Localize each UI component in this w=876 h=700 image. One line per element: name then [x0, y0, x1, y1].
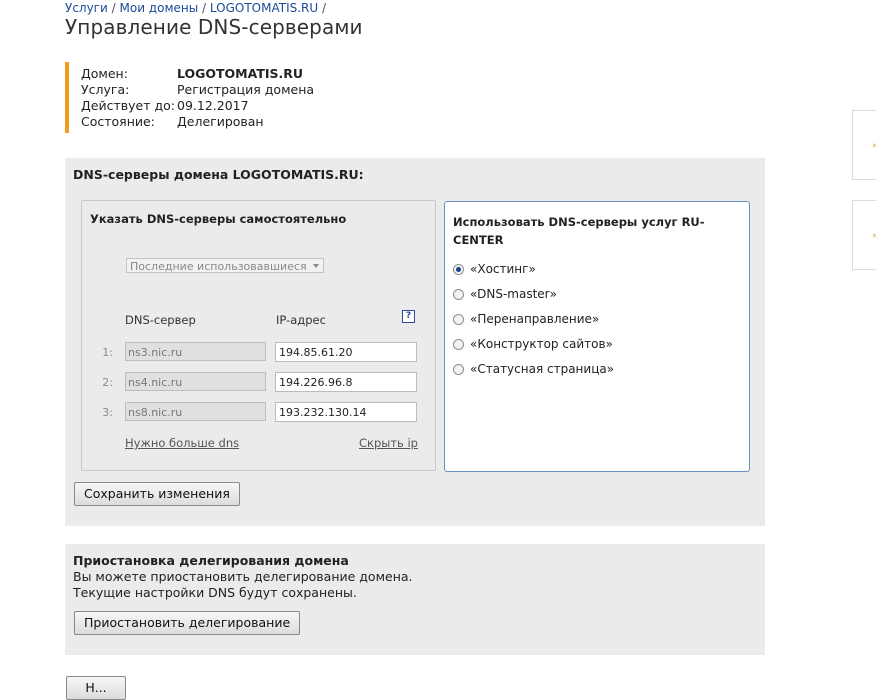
chevron-right-icon: »	[872, 231, 876, 241]
info-row-valid-until: Действует до: 09.12.2017	[81, 98, 314, 114]
info-row-domain: Домен: LOGOTOMATIS.RU	[81, 66, 314, 82]
dns-servers-panel: DNS-серверы домена LOGOTOMATIS.RU: Указа…	[65, 158, 765, 526]
ip-input-3[interactable]: 193.232.130.14	[275, 402, 417, 422]
hide-ip-link[interactable]: Скрыть ip	[359, 436, 418, 450]
custom-dns-title: Указать DNS-серверы самостоятельно	[90, 212, 347, 226]
service-dns-title: Использовать DNS-серверы услуг RU-CENTER	[453, 215, 705, 247]
info-value-valid-until: 09.12.2017	[177, 98, 249, 113]
more-dns-link[interactable]: Нужно больше dns	[125, 436, 239, 450]
info-label: Домен:	[81, 66, 128, 81]
dns-server-input-1[interactable]: ns3.nic.ru	[125, 342, 266, 361]
breadcrumb-separator: /	[202, 1, 207, 15]
info-row-service: Услуга: Регистрация домена	[81, 82, 314, 98]
breadcrumb-link-my-domains[interactable]: Мои домены	[120, 1, 199, 15]
info-label: Состояние:	[81, 114, 155, 129]
page-title: Управление DNS-серверами	[65, 15, 363, 39]
preset-select[interactable]: Последние использовавшиеся	[126, 258, 324, 273]
suspend-delegation-panel: Приостановка делегирования домена Вы мож…	[65, 544, 765, 655]
radio-label: «Статусная страница»	[470, 362, 615, 376]
info-label: Действует до:	[81, 98, 175, 113]
radio-button[interactable]	[453, 363, 464, 375]
side-widget[interactable]: »	[852, 110, 876, 180]
breadcrumb-link-services[interactable]: Услуги	[65, 1, 108, 15]
dns-server-input-2[interactable]: ns4.nic.ru	[125, 372, 266, 391]
info-value-status: Делегирован	[177, 114, 264, 129]
radio-label: «DNS-master»	[470, 287, 557, 301]
row-number: 3:	[102, 406, 113, 419]
preset-select-value: Последние использовавшиеся	[130, 260, 307, 273]
dns-panel-title: DNS-серверы домена LOGOTOMATIS.RU:	[73, 167, 364, 182]
domain-info: Домен: LOGOTOMATIS.RU Услуга: Регистраци…	[65, 62, 314, 133]
suspend-title: Приостановка делегирования домена	[73, 553, 349, 568]
breadcrumb-link-domain[interactable]: LOGOTOMATIS.RU	[210, 1, 318, 15]
save-changes-button[interactable]: Сохранить изменения	[74, 482, 240, 506]
radio-option-site-builder[interactable]: «Конструктор сайтов»	[453, 337, 613, 351]
chevron-down-icon	[313, 264, 319, 268]
suspend-text-line2: Текущие настройки DNS будут сохранены.	[73, 585, 357, 600]
radio-option-hosting[interactable]: «Хостинг»	[453, 262, 536, 276]
info-value-service: Регистрация домена	[177, 82, 315, 97]
ip-input-1[interactable]: 194.85.61.20	[275, 342, 417, 362]
radio-button[interactable]	[453, 338, 464, 350]
row-number: 2:	[102, 376, 113, 389]
radio-label: «Перенаправление»	[470, 312, 600, 326]
radio-label: «Хостинг»	[470, 262, 536, 276]
radio-option-status-page[interactable]: «Статусная страница»	[453, 362, 614, 376]
row-number: 1:	[102, 346, 113, 359]
custom-dns-box[interactable]: Указать DNS-серверы самостоятельно После…	[81, 200, 436, 471]
column-header-ip: IP-адрес	[276, 313, 326, 327]
radio-button[interactable]	[453, 288, 464, 300]
back-button[interactable]: Н...	[66, 676, 126, 700]
breadcrumb: Услуги / Мои домены / LOGOTOMATIS.RU /	[65, 0, 326, 16]
radio-option-dns-master[interactable]: «DNS-master»	[453, 287, 557, 301]
radio-button-checked[interactable]	[453, 263, 464, 275]
suspend-text-line1: Вы можете приостановить делегирование до…	[73, 569, 413, 584]
radio-label: «Конструктор сайтов»	[470, 337, 613, 351]
side-widget[interactable]: »	[852, 200, 876, 270]
service-dns-box[interactable]: Использовать DNS-серверы услуг RU-CENTER…	[444, 201, 750, 472]
chevron-right-icon: »	[872, 141, 876, 151]
ip-input-2[interactable]: 194.226.96.8	[275, 372, 417, 392]
info-row-status: Состояние: Делегирован	[81, 114, 314, 130]
help-icon[interactable]: ?	[402, 310, 415, 323]
breadcrumb-separator: /	[111, 1, 116, 15]
suspend-delegation-button[interactable]: Приостановить делегирование	[74, 611, 301, 635]
info-label: Услуга:	[81, 82, 130, 97]
radio-option-redirect[interactable]: «Перенаправление»	[453, 312, 599, 326]
dns-server-input-3[interactable]: ns8.nic.ru	[125, 402, 266, 421]
info-value-domain: LOGOTOMATIS.RU	[177, 66, 304, 81]
breadcrumb-separator: /	[322, 1, 327, 15]
radio-button[interactable]	[453, 313, 464, 325]
column-header-dns-server: DNS-сервер	[125, 313, 196, 327]
